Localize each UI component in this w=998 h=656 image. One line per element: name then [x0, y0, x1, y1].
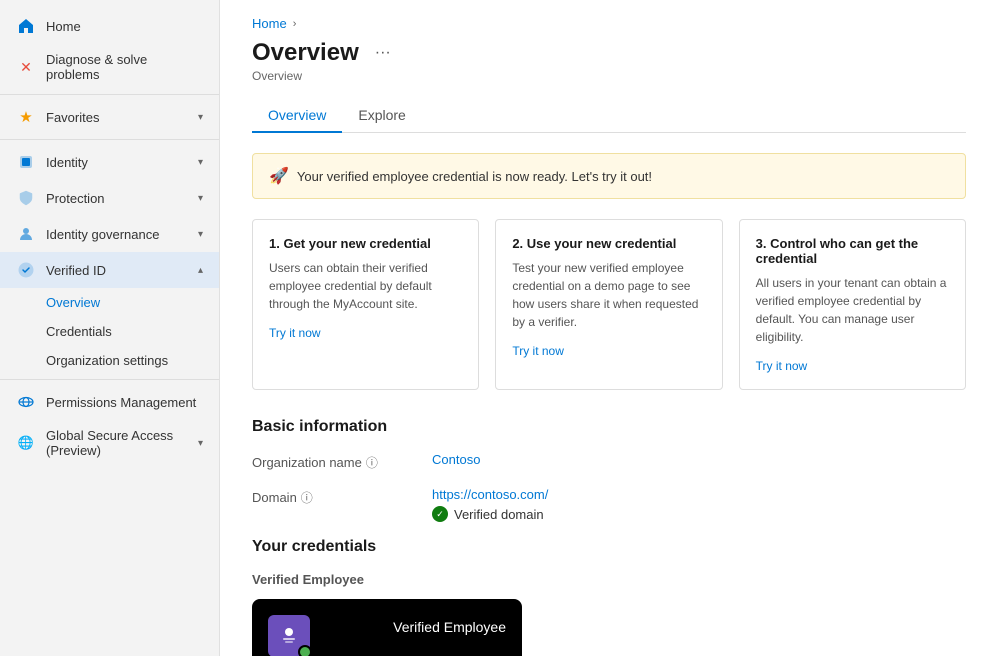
org-name-label: Organization name ⓘ: [252, 452, 432, 471]
breadcrumb: Home ›: [252, 16, 966, 31]
domain-info-icon: ⓘ: [301, 489, 313, 506]
credentials-sub-title: Verified Employee: [252, 572, 966, 587]
domain-url-link[interactable]: https://contoso.com/: [432, 487, 548, 502]
org-name-row: Organization name ⓘ Contoso: [252, 452, 966, 471]
sidebar-item-home-label: Home: [46, 19, 81, 34]
domain-value: https://contoso.com/ ✓ Verified domain: [432, 487, 966, 522]
credentials-section-title: Your credentials: [252, 538, 966, 556]
basic-info-section-title: Basic information: [252, 418, 966, 436]
chevron-down-icon-identity: ▾: [198, 157, 203, 168]
sidebar-sub-item-credentials-label: Credentials: [46, 324, 112, 339]
breadcrumb-home[interactable]: Home: [252, 16, 287, 31]
step-card-1-try-link[interactable]: Try it now: [269, 326, 321, 340]
sidebar-item-verified-id[interactable]: Verified ID ▴: [0, 252, 219, 288]
org-name-value: Contoso: [432, 452, 966, 467]
tabs: Overview Explore: [252, 99, 966, 133]
sidebar-sub-item-overview-label: Overview: [46, 295, 100, 310]
step-card-3-title: 3. Control who can get the credential: [756, 236, 949, 266]
sidebar-item-protection[interactable]: Protection ▾: [0, 180, 219, 216]
main-content: Home › Overview ··· Overview Overview Ex…: [220, 0, 998, 656]
sidebar-item-gsa[interactable]: 🌐 Global Secure Access (Preview) ▾: [0, 420, 219, 466]
sidebar-sub-item-org-settings[interactable]: Organization settings: [0, 346, 219, 375]
credential-card: Verified Employee Contoso: [252, 599, 522, 656]
banner-text: Your verified employee credential is now…: [297, 169, 652, 184]
chevron-down-icon-gsa: ▾: [198, 438, 203, 449]
sidebar-sub-item-overview[interactable]: Overview: [0, 288, 219, 317]
sidebar-item-diagnose-label: Diagnose & solve problems: [46, 52, 203, 82]
step-cards: 1. Get your new credential Users can obt…: [252, 219, 966, 390]
sidebar-item-permissions[interactable]: Permissions Management: [0, 384, 219, 420]
breadcrumb-separator: ›: [293, 18, 297, 30]
sidebar-divider-1: [0, 94, 219, 95]
banner: 🚀 Your verified employee credential is n…: [252, 153, 966, 199]
page-subtitle: Overview: [252, 69, 966, 83]
tab-overview[interactable]: Overview: [252, 99, 342, 133]
step-card-1-desc: Users can obtain their verified employee…: [269, 259, 462, 313]
verified-domain-row: ✓ Verified domain: [432, 506, 966, 522]
sidebar-item-permissions-label: Permissions Management: [46, 395, 196, 410]
credential-card-icon: [268, 615, 310, 656]
banner-icon: 🚀: [269, 166, 289, 186]
sidebar-item-protection-label: Protection: [46, 191, 105, 206]
verified-id-icon: [16, 260, 36, 280]
step-card-2-title: 2. Use your new credential: [512, 236, 705, 251]
sidebar-sub-item-credentials[interactable]: Credentials: [0, 317, 219, 346]
sidebar-item-identity-label: Identity: [46, 155, 88, 170]
diagnose-icon: ✕: [16, 57, 36, 77]
tab-explore[interactable]: Explore: [342, 99, 421, 133]
credential-card-icon-dot: [298, 645, 312, 656]
step-card-2-desc: Test your new verified employee credenti…: [512, 259, 705, 331]
step-card-3: 3. Control who can get the credential Al…: [739, 219, 966, 390]
step-card-3-desc: All users in your tenant can obtain a ve…: [756, 274, 949, 346]
chevron-up-icon-vid: ▴: [198, 265, 203, 276]
sidebar-sub-item-org-settings-label: Organization settings: [46, 353, 168, 368]
sidebar-divider-3: [0, 379, 219, 380]
sidebar-item-identity-governance[interactable]: Identity governance ▾: [0, 216, 219, 252]
credentials-section: Your credentials Verified Employee Verif…: [252, 538, 966, 656]
identity-icon: [16, 152, 36, 172]
verified-domain-text: Verified domain: [454, 507, 544, 522]
sidebar-item-favorites-label: Favorites: [46, 110, 99, 125]
sidebar-item-identity-governance-label: Identity governance: [46, 227, 159, 242]
step-card-1-title: 1. Get your new credential: [269, 236, 462, 251]
more-options-button[interactable]: ···: [369, 42, 397, 64]
home-icon: [16, 16, 36, 36]
gsa-icon: 🌐: [16, 433, 36, 453]
step-card-2-try-link[interactable]: Try it now: [512, 344, 564, 358]
sidebar-item-favorites[interactable]: ★ Favorites ▾: [0, 99, 219, 135]
sidebar: Home ✕ Diagnose & solve problems ★ Favor…: [0, 0, 220, 656]
sidebar-item-identity[interactable]: Identity ▾: [0, 144, 219, 180]
sidebar-item-diagnose[interactable]: ✕ Diagnose & solve problems: [0, 44, 219, 90]
sidebar-item-gsa-label: Global Secure Access (Preview): [46, 428, 198, 458]
sidebar-divider-2: [0, 139, 219, 140]
identity-governance-icon: [16, 224, 36, 244]
credential-card-name: Verified Employee: [393, 619, 506, 635]
chevron-down-icon-protection: ▾: [198, 193, 203, 204]
domain-label: Domain ⓘ: [252, 487, 432, 506]
org-name-info-icon: ⓘ: [366, 454, 378, 471]
sidebar-item-home[interactable]: Home: [0, 8, 219, 44]
step-card-1: 1. Get your new credential Users can obt…: [252, 219, 479, 390]
step-card-3-try-link[interactable]: Try it now: [756, 359, 808, 373]
protection-icon: [16, 188, 36, 208]
org-name-link[interactable]: Contoso: [432, 452, 480, 467]
step-card-2: 2. Use your new credential Test your new…: [495, 219, 722, 390]
chevron-down-icon: ▾: [198, 112, 203, 123]
favorites-icon: ★: [16, 107, 36, 127]
person-badge-icon: [277, 624, 301, 648]
domain-row: Domain ⓘ https://contoso.com/ ✓ Verified…: [252, 487, 966, 522]
verified-check-icon: ✓: [432, 506, 448, 522]
page-title-row: Overview ···: [252, 39, 966, 67]
permissions-icon: [16, 392, 36, 412]
page-title: Overview: [252, 39, 359, 67]
sidebar-item-verified-id-label: Verified ID: [46, 263, 106, 278]
chevron-down-icon-igov: ▾: [198, 229, 203, 240]
